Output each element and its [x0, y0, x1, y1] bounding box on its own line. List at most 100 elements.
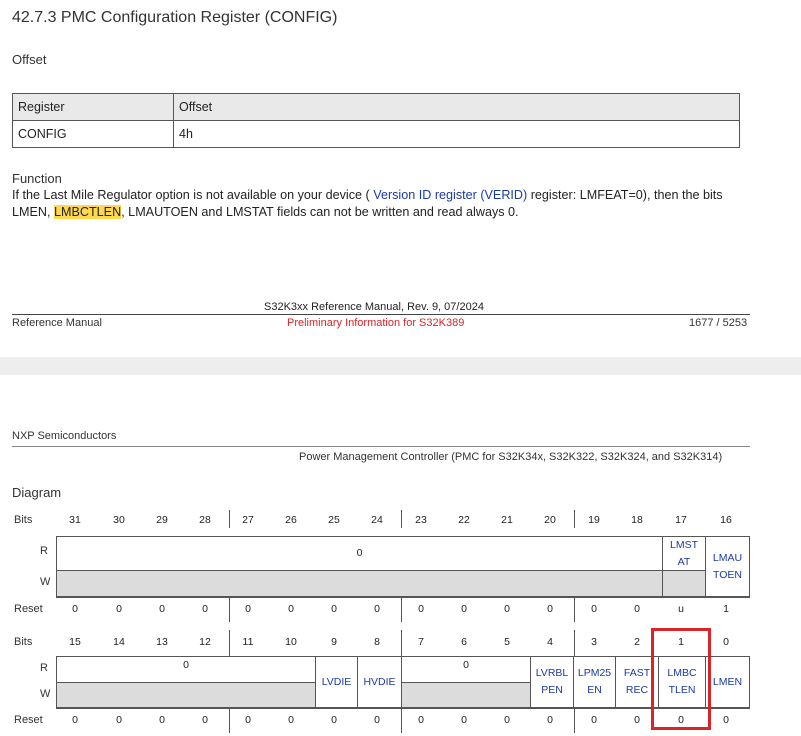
r-label-upper: R — [40, 545, 48, 557]
bit-number: 12 — [199, 636, 211, 648]
reset-value: 0 — [159, 714, 165, 726]
bit-number: 4 — [547, 636, 553, 648]
nibble-separator — [401, 708, 402, 733]
bit-number: 22 — [458, 514, 470, 526]
bits-label-lower: Bits — [14, 636, 33, 648]
field-lpm25en: LPM25 EN — [573, 656, 616, 708]
reset-value: 0 — [504, 603, 510, 615]
bit-number: 17 — [675, 514, 687, 526]
reset-value: 0 — [374, 714, 380, 726]
reset-value: 0 — [202, 603, 208, 615]
reset-value: 0 — [72, 714, 78, 726]
lower-reserved-a-value: 0 — [183, 659, 189, 671]
field-lmstat: LMST AT — [662, 536, 706, 571]
bit-number: 27 — [242, 514, 254, 526]
bit-number: 23 — [415, 514, 427, 526]
lmbctlen-highlight: LMBCTLEN — [54, 205, 122, 219]
page-number: 1677 / 5253 — [689, 317, 748, 329]
bit-number: 15 — [69, 636, 81, 648]
reset-value: 0 — [418, 714, 424, 726]
bit-number: 26 — [285, 514, 297, 526]
offset-table-register-cell: CONFIG — [12, 120, 174, 148]
function-description: If the Last Mile Regulator option is not… — [12, 187, 762, 221]
offset-table-offset-cell: 4h — [173, 120, 740, 148]
chapter-header: Power Management Controller (PMC for S32… — [299, 451, 723, 463]
nibble-separator — [574, 510, 575, 528]
header-rule — [12, 446, 750, 447]
footer-left: Reference Manual — [12, 317, 102, 329]
bit-number: 19 — [588, 514, 600, 526]
bit-number: 11 — [242, 636, 254, 648]
reset-value: 0 — [116, 714, 122, 726]
bit-number: 18 — [631, 514, 643, 526]
nibble-separator — [574, 630, 575, 656]
upper-bottom-rule — [56, 597, 750, 598]
reset-value: 0 — [245, 714, 251, 726]
r-label-lower: R — [40, 662, 48, 674]
lmbctlen-emphasis-box — [651, 628, 711, 730]
page-break — [0, 357, 801, 375]
reset-value: 0 — [418, 603, 424, 615]
company-header: NXP Semiconductors — [12, 430, 117, 442]
lower-bottom-rule — [56, 708, 750, 709]
bit-number: 31 — [69, 514, 81, 526]
lower-reserved-a-write — [56, 682, 316, 708]
footer-preliminary: Preliminary Information for S32K389 — [287, 317, 465, 329]
reset-value: 0 — [331, 603, 337, 615]
bit-number: 13 — [156, 636, 168, 648]
reset-value: 0 — [461, 714, 467, 726]
diagram-heading: Diagram — [12, 485, 62, 500]
field-lmautoen: LMAU TOEN — [705, 536, 750, 597]
bit-number: 20 — [544, 514, 556, 526]
bit-number: 9 — [331, 636, 337, 648]
lower-reserved-b-value: 0 — [463, 659, 469, 671]
bit-number: 0 — [723, 636, 729, 648]
bit-number: 25 — [328, 514, 340, 526]
reset-value: 0 — [72, 603, 78, 615]
reset-value: 0 — [202, 714, 208, 726]
reset-value: 0 — [591, 603, 597, 615]
section-title: 42.7.3 PMC Configuration Register (CONFI… — [12, 9, 338, 26]
nibble-separator — [574, 597, 575, 622]
bits-label-upper: Bits — [14, 514, 33, 526]
offset-table-header-register: Register — [12, 93, 174, 121]
verid-link[interactable]: Version ID register (VERID) — [373, 188, 527, 202]
bit-number: 5 — [504, 636, 510, 648]
reset-value: 0 — [547, 603, 553, 615]
w-label-lower: W — [40, 688, 51, 700]
reset-value: 0 — [504, 714, 510, 726]
reset-value: 0 — [591, 714, 597, 726]
bit-number: 21 — [501, 514, 513, 526]
reset-value: 1 — [723, 603, 729, 615]
function-heading: Function — [12, 171, 62, 186]
nibble-separator — [229, 708, 230, 733]
reset-value: u — [678, 603, 684, 615]
nibble-separator — [401, 630, 402, 656]
reset-value: 0 — [461, 603, 467, 615]
reset-label-upper: Reset — [14, 603, 43, 615]
field-hvdie: HVDIE — [357, 656, 402, 708]
bit-number: 24 — [371, 514, 383, 526]
reset-value: 0 — [374, 603, 380, 615]
reset-value: 0 — [634, 603, 640, 615]
field-lvrblpen: LVRBL PEN — [530, 656, 574, 708]
reset-value: 0 — [288, 603, 294, 615]
upper-reserved-value: 0 — [356, 547, 363, 559]
bit-number: 7 — [418, 636, 424, 648]
offset-table-header-offset: Offset — [173, 93, 740, 121]
function-text-part3: , LMAUTOEN and LMSTAT fields can not be … — [121, 205, 519, 219]
reset-value: 0 — [245, 603, 251, 615]
nibble-separator — [574, 708, 575, 733]
field-lvdie: LVDIE — [315, 656, 358, 708]
bit-number: 10 — [285, 636, 297, 648]
nibble-separator — [229, 510, 230, 528]
field-lmstat-write — [662, 570, 706, 597]
nibble-separator — [401, 597, 402, 622]
reset-value: 0 — [723, 714, 729, 726]
bit-number: 3 — [591, 636, 597, 648]
bit-number: 28 — [199, 514, 211, 526]
field-lmen: LMEN — [705, 656, 750, 708]
manual-title: S32K3xx Reference Manual, Rev. 9, 07/202… — [264, 301, 484, 313]
reset-value: 0 — [634, 714, 640, 726]
nibble-separator — [229, 597, 230, 622]
